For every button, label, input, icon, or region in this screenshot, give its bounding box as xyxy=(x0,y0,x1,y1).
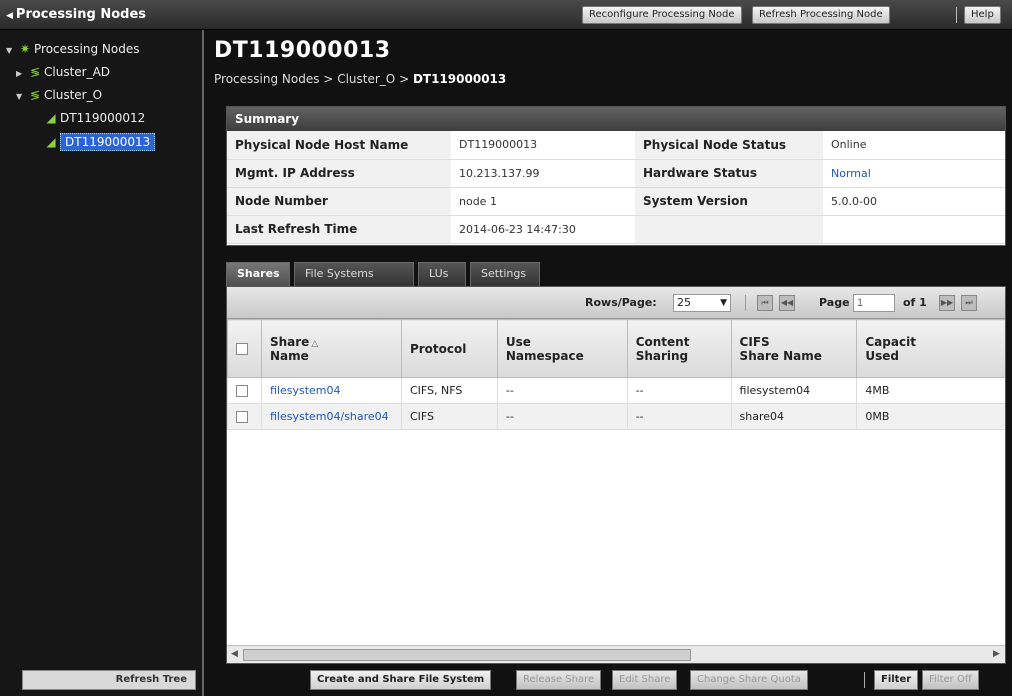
table-row: filesystem04/share04 CIFS -- -- share04 … xyxy=(227,403,1005,430)
summary-panel: Summary Physical Node Host Name DT119000… xyxy=(226,106,1006,246)
breadcrumb-current: DT119000013 xyxy=(412,72,507,86)
row-checkbox[interactable] xyxy=(236,411,248,423)
summary-row: Physical Node Host Name DT119000013 Phys… xyxy=(227,131,1005,160)
horizontal-scrollbar[interactable]: ◀ ▶ xyxy=(227,645,1005,663)
scroll-left-icon[interactable]: ◀ xyxy=(231,649,238,659)
column-use-namespace[interactable]: Use Namespace xyxy=(496,319,628,378)
release-share-button[interactable]: Release Share xyxy=(516,670,602,690)
node-status-value: Online xyxy=(823,131,1005,160)
expand-toggle-icon[interactable]: ▼ xyxy=(6,42,16,60)
rows-per-page-select[interactable]: 25 ▼ xyxy=(673,294,731,312)
dropdown-arrow-icon: ▼ xyxy=(720,298,727,308)
row-checkbox[interactable] xyxy=(236,385,248,397)
column-protocol[interactable]: Protocol xyxy=(400,319,498,378)
tree-item-dt119000012[interactable]: ◢ DT119000012 xyxy=(32,109,145,127)
edit-share-button[interactable]: Edit Share xyxy=(612,670,678,690)
column-cifs-share-name[interactable]: CIFS Share Name xyxy=(730,319,858,378)
expand-toggle-icon[interactable]: ▼ xyxy=(16,88,26,106)
summary-header: Summary xyxy=(227,107,1005,131)
summary-row: Last Refresh Time 2014-06-23 14:47:30 xyxy=(227,215,1005,244)
summary-row: Mgmt. IP Address 10.213.137.99 Hardware … xyxy=(227,159,1005,188)
scrollbar-thumb[interactable] xyxy=(243,649,691,661)
navigation-tree: ▼ ✷ Processing Nodes ▶ ≶ Cluster_AD ▼ ≶ Cluste… xyxy=(0,30,204,696)
shares-table: Share △ Name Protocol Use Namespace Content… xyxy=(227,319,1005,430)
system-version-value: 5.0.0-00 xyxy=(823,187,1005,216)
breadcrumb: Processing Nodes > Cluster_O > DT1190000… xyxy=(214,72,507,86)
share-name-link[interactable]: filesystem04 xyxy=(260,377,402,404)
filter-off-button[interactable]: Filter Off xyxy=(922,670,979,690)
tab-settings[interactable]: Settings xyxy=(470,262,540,286)
host-name-value: DT119000013 xyxy=(451,131,635,160)
column-content-sharing[interactable]: Content Sharing xyxy=(626,319,732,378)
panel-title[interactable]: ◀ Processing Nodes xyxy=(6,7,146,22)
last-page-icon[interactable]: ⏭ xyxy=(961,295,977,311)
toolbar-separator xyxy=(956,7,957,23)
share-name-link[interactable]: filesystem04/share04 xyxy=(260,403,402,430)
refresh-processing-node-button[interactable]: Refresh Processing Node xyxy=(752,6,890,24)
tab-lus[interactable]: LUs xyxy=(418,262,466,286)
page-title: DT119000013 xyxy=(214,38,391,63)
hardware-status-link[interactable]: Normal xyxy=(823,159,1005,188)
mgmt-ip-value: 10.213.137.99 xyxy=(451,159,635,188)
summary-table: Physical Node Host Name DT119000013 Phys… xyxy=(227,131,1005,244)
shares-panel: Rows/Page: 25▼ ⏮ ◀◀ Page of 1 ▶▶ ⏭ Share… xyxy=(226,286,1006,664)
cluster-icon: ≶ xyxy=(29,65,41,79)
tree-item-cluster-o[interactable]: ▼ ≶ Cluster_O xyxy=(16,86,102,104)
tree-item-dt119000013[interactable]: ◢ DT119000013 xyxy=(32,133,156,151)
help-button[interactable]: Help xyxy=(964,6,1001,24)
select-all-checkbox[interactable] xyxy=(236,343,248,355)
action-bar: Create and Share File System Release Sha… xyxy=(226,670,1006,694)
first-page-icon[interactable]: ⏮ xyxy=(757,295,773,311)
breadcrumb-cluster-o[interactable]: Cluster_O xyxy=(337,72,395,86)
main-content: DT119000013 Processing Nodes > Cluster_O… xyxy=(206,30,1012,696)
pagination-bar: Rows/Page: 25▼ ⏮ ◀◀ Page of 1 ▶▶ ⏭ xyxy=(227,287,1005,319)
processing-nodes-icon: ✷ xyxy=(19,42,31,56)
collapse-toggle-icon[interactable]: ▶ xyxy=(16,65,26,83)
breadcrumb-processing-nodes[interactable]: Processing Nodes xyxy=(214,72,319,86)
tree-item-cluster-ad[interactable]: ▶ ≶ Cluster_AD xyxy=(16,63,110,81)
tab-file-systems[interactable]: File Systems xyxy=(294,262,414,286)
table-row: filesystem04 CIFS, NFS -- -- filesystem0… xyxy=(227,377,1005,404)
page-number-input[interactable] xyxy=(853,294,895,312)
node-icon: ◢ xyxy=(46,111,56,125)
node-number-value: node 1 xyxy=(451,187,635,216)
top-header-bar: ◀ Processing Nodes Reconfigure Processing… xyxy=(0,0,1012,30)
column-share-name[interactable]: Share △ Name xyxy=(260,319,402,378)
last-refresh-value: 2014-06-23 14:47:30 xyxy=(451,215,635,244)
collapse-arrow-icon[interactable]: ◀ xyxy=(6,11,13,21)
reconfigure-processing-node-button[interactable]: Reconfigure Processing Node xyxy=(582,6,742,24)
node-icon: ◢ xyxy=(46,135,56,149)
change-share-quota-button[interactable]: Change Share Quota xyxy=(690,670,808,690)
next-page-icon[interactable]: ▶▶ xyxy=(939,295,955,311)
prev-page-icon[interactable]: ◀◀ xyxy=(779,295,795,311)
summary-row: Node Number node 1 System Version 5.0.0-… xyxy=(227,187,1005,216)
create-and-share-button[interactable]: Create and Share File System xyxy=(310,670,492,690)
filter-button[interactable]: Filter xyxy=(874,670,919,690)
refresh-tree-button[interactable]: Refresh Tree xyxy=(22,670,196,690)
sort-ascending-icon: △ xyxy=(311,338,319,349)
tree-item-processing-nodes[interactable]: ▼ ✷ Processing Nodes xyxy=(6,40,139,58)
column-capacity[interactable]: Capacit Used xyxy=(856,319,1005,378)
scroll-right-icon[interactable]: ▶ xyxy=(993,649,1000,659)
tab-shares[interactable]: Shares xyxy=(226,262,290,286)
cluster-icon: ≶ xyxy=(29,88,41,102)
table-header-row: Share △ Name Protocol Use Namespace Content… xyxy=(227,319,1005,378)
